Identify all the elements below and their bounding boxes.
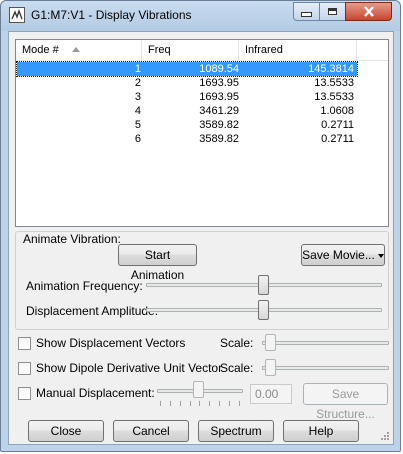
- column-header-mode[interactable]: Mode #: [16, 40, 142, 60]
- spectrum-button[interactable]: Spectrum: [198, 420, 274, 442]
- maximize-icon: [328, 8, 337, 15]
- close-window-button[interactable]: [345, 2, 392, 21]
- column-header-infrared[interactable]: Infrared: [239, 40, 357, 60]
- vectors-scale-label: Scale:: [220, 336, 254, 350]
- cell-mode: 5: [134, 119, 141, 131]
- title-bar[interactable]: G1:M7:V1 - Display Vibrations: [1, 1, 400, 31]
- vibrations-table[interactable]: Mode # Freq Infrared 1 1089.54 145.3814 …: [15, 39, 389, 227]
- column-mode-label: Mode #: [22, 44, 59, 56]
- vectors-scale-slider[interactable]: [265, 334, 276, 351]
- save-structure-label: Save Structure...: [316, 387, 375, 421]
- table-row[interactable]: 3 1693.95 13.5533: [17, 90, 357, 104]
- cell-freq: 3589.82: [199, 133, 239, 145]
- table-row[interactable]: 5 3589.82 0.2711: [17, 118, 357, 132]
- vectors-scale-track[interactable]: [262, 341, 389, 345]
- cell-infrared: 0.2711: [321, 133, 354, 145]
- cell-infrared: 13.5533: [314, 91, 354, 103]
- table-row[interactable]: 4 3461.29 1.0608: [17, 104, 357, 118]
- dipole-scale-label: Scale:: [220, 361, 254, 375]
- displacement-amplitude-label: Displacement Amplitude:: [26, 304, 159, 318]
- maximize-button[interactable]: [319, 2, 346, 21]
- close-button[interactable]: Close: [28, 420, 104, 442]
- gaussview-app-icon: [9, 7, 25, 23]
- displacement-amplitude-slider[interactable]: [257, 300, 269, 320]
- cell-freq: 1089.54: [199, 63, 239, 75]
- manual-displacement-checkbox[interactable]: [18, 387, 31, 400]
- show-displacement-vectors-label: Show Displacement Vectors: [36, 336, 186, 350]
- show-dipole-derivative-checkbox[interactable]: [18, 362, 31, 375]
- column-freq-label: Freq: [148, 44, 171, 56]
- cell-mode: 6: [134, 133, 141, 145]
- show-dipole-derivative-label: Show Dipole Derivative Unit Vector: [36, 361, 223, 375]
- manual-displacement-slider[interactable]: [193, 381, 204, 398]
- column-header-freq[interactable]: Freq: [142, 40, 239, 60]
- manual-displacement-value-field[interactable]: 0.00: [250, 384, 292, 404]
- start-animation-button[interactable]: Start Animation: [118, 244, 197, 282]
- minimize-icon: [301, 12, 312, 17]
- minimize-button[interactable]: [293, 2, 320, 21]
- table-row[interactable]: 2 1693.95 13.5533: [17, 76, 357, 90]
- cell-freq: 1693.95: [199, 91, 239, 103]
- cell-mode: 2: [134, 77, 141, 89]
- cell-infrared: 0.2711: [321, 119, 354, 131]
- save-movie-button[interactable]: Save Movie...: [301, 244, 385, 266]
- table-row[interactable]: 6 3589.82 0.2711: [17, 132, 357, 146]
- close-icon: [363, 6, 374, 17]
- table-header: Mode # Freq Infrared: [16, 40, 388, 61]
- chevron-down-icon: [377, 253, 384, 258]
- cell-mode: 3: [134, 91, 141, 103]
- start-animation-label: Start Animation: [130, 248, 185, 282]
- save-structure-button[interactable]: Save Structure...: [303, 383, 388, 421]
- save-movie-label: Save Movie...: [302, 248, 375, 262]
- dipole-scale-slider[interactable]: [265, 359, 276, 376]
- close-button-label: Close: [50, 424, 82, 438]
- cell-mode: 1: [134, 63, 141, 75]
- cell-infrared: 1.0608: [320, 105, 354, 117]
- resize-grip-icon[interactable]: [380, 431, 390, 441]
- cell-mode: 4: [134, 105, 141, 117]
- table-row[interactable]: 1 1089.54 145.3814: [16, 61, 358, 77]
- cancel-button-label: Cancel: [132, 424, 170, 438]
- dipole-scale-track[interactable]: [262, 366, 389, 370]
- cancel-button[interactable]: Cancel: [113, 420, 189, 442]
- dialog-client-area: Mode # Freq Infrared 1 1089.54 145.3814 …: [8, 31, 394, 445]
- spectrum-button-label: Spectrum: [210, 424, 262, 438]
- cell-infrared: 13.5533: [314, 77, 354, 89]
- show-displacement-vectors-checkbox[interactable]: [18, 337, 31, 350]
- cell-freq: 1693.95: [199, 77, 239, 89]
- window-title: G1:M7:V1 - Display Vibrations: [31, 8, 192, 22]
- cell-infrared: 145.3814: [308, 63, 354, 75]
- column-infrared-label: Infrared: [245, 44, 283, 56]
- manual-displacement-label: Manual Displacement:: [36, 386, 155, 400]
- animate-vibration-label: Animate Vibration:: [21, 232, 123, 246]
- display-vibrations-window: G1:M7:V1 - Display Vibrations Mode # Fre…: [0, 0, 401, 452]
- cell-freq: 3589.82: [199, 119, 239, 131]
- sort-ascending-icon: [72, 47, 80, 52]
- animation-frequency-slider[interactable]: [257, 275, 269, 295]
- help-button[interactable]: Help: [283, 420, 359, 442]
- animation-frequency-label: Animation Frequency:: [26, 279, 143, 293]
- help-button-label: Help: [308, 424, 334, 438]
- cell-freq: 3461.29: [199, 105, 239, 117]
